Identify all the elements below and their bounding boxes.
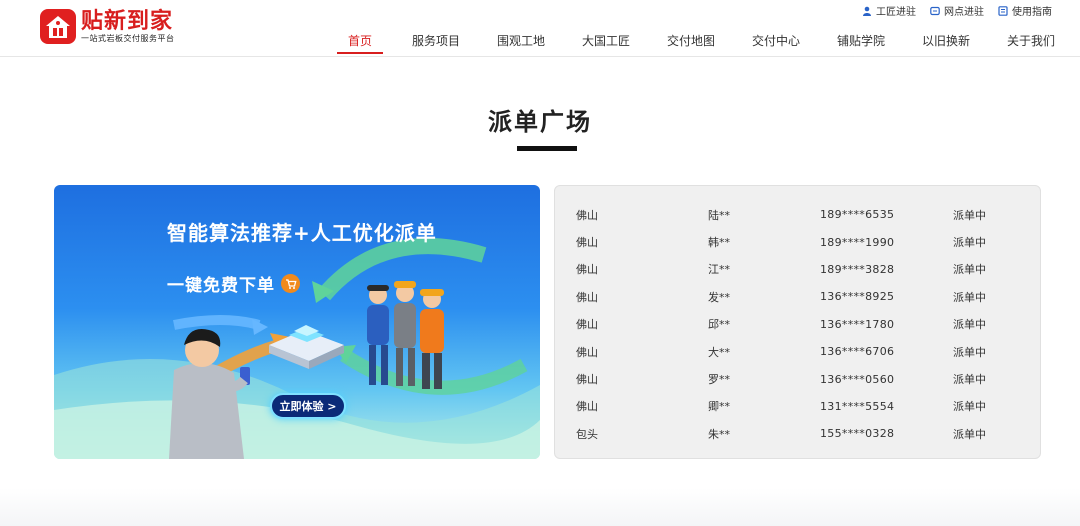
order-status: 派单中 [953,318,986,332]
order-city: 佛山 [576,208,598,222]
banner-subline: 一键免费下单 [167,271,300,296]
banner-subline-text: 一键免费下单 [167,276,275,296]
top-links: 工匠进驻 网点进驻 使用指南 [862,3,1052,18]
order-name: 朱** [708,427,730,441]
order-status: 派单中 [953,427,986,441]
order-list: 佛山 陆** 189****6535 派单中 佛山 韩** 189****1990 派单中 佛山… [555,201,1040,448]
order-row: 佛山 卿** 131****5554 派单中 [555,393,1040,420]
order-name: 大** [708,345,730,359]
nav-item-services[interactable]: 服务项目 [412,32,460,54]
order-city: 佛山 [576,373,598,387]
order-phone: 131****5554 [820,399,895,413]
order-name: 江** [708,263,730,277]
order-list-panel: 佛山 陆** 189****6535 派单中 佛山 韩** 189****1990 派单中 佛山… [554,185,1041,459]
top-link-label: 使用指南 [1012,7,1052,18]
order-row: 佛山 罗** 136****0560 派单中 [555,365,1040,392]
order-city: 佛山 [576,318,598,332]
nav-item-tradein[interactable]: 以旧换新 [922,32,970,54]
store-icon [930,6,940,15]
page-title: 派单广场 [488,108,592,136]
try-now-button[interactable]: 立即体验 > [270,393,346,419]
title-underline [517,146,577,151]
site-header: 贴新到家 一站式岩板交付服务平台 工匠进驻 网点进驻 使用指南 首页 服务项目 … [0,0,1080,57]
order-row: 佛山 韩** 189****1990 派单中 [555,228,1040,255]
nav-item-map[interactable]: 交付地图 [667,32,715,54]
order-row: 佛山 陆** 189****6535 派单中 [555,201,1040,228]
order-status: 派单中 [953,373,986,387]
nav-item-academy[interactable]: 铺贴学院 [837,32,885,54]
order-name: 韩** [708,236,730,250]
order-status: 派单中 [953,263,986,277]
chip-platform-icon [269,325,344,369]
order-name: 陆** [708,208,730,222]
order-name: 发** [708,290,730,304]
order-name: 卿** [708,400,730,414]
top-link-store[interactable]: 网点进驻 [930,3,984,18]
order-status: 派单中 [953,208,986,222]
order-name: 罗** [708,373,730,387]
brand-tagline: 一站式岩板交付服务平台 [81,33,175,43]
order-phone: 136****1780 [820,317,895,331]
main-nav: 首页 服务项目 围观工地 大国工匠 交付地图 交付中心 铺贴学院 以旧换新 关于… [337,32,1055,54]
banner-headline: 智能算法推荐+人工优化派单 [167,221,437,245]
order-phone: 155****0328 [820,427,895,441]
order-row: 佛山 江** 189****3828 派单中 [555,256,1040,283]
order-city: 佛山 [576,290,598,304]
top-link-guide[interactable]: 使用指南 [998,3,1052,18]
nav-item-home[interactable]: 首页 [337,32,383,54]
order-status: 派单中 [953,236,986,250]
order-phone: 136****0560 [820,372,895,386]
footer-fade [0,488,1080,526]
order-row: 包头 朱** 155****0328 派单中 [555,420,1040,447]
order-status: 派单中 [953,290,986,304]
order-phone: 189****6535 [820,208,895,222]
order-name: 邱** [708,318,730,332]
order-phone: 189****1990 [820,235,895,249]
nav-item-sites[interactable]: 围观工地 [497,32,545,54]
top-link-craftsman[interactable]: 工匠进驻 [862,3,916,18]
brand-name: 贴新到家 [81,8,174,34]
top-link-label: 工匠进驻 [876,7,916,18]
top-link-label: 网点进驻 [944,7,984,18]
order-row: 佛山 发** 136****8925 派单中 [555,283,1040,310]
cart-icon [281,274,300,293]
order-city: 包头 [576,427,598,441]
order-city: 佛山 [576,400,598,414]
brand-logo[interactable]: 贴新到家 一站式岩板交付服务平台 [40,9,175,44]
order-city: 佛山 [576,263,598,277]
order-status: 派单中 [953,345,986,359]
nav-item-about[interactable]: 关于我们 [1007,32,1055,54]
nav-item-craftsmen[interactable]: 大国工匠 [582,32,630,54]
logo-mark-icon [40,9,76,44]
nav-item-center[interactable]: 交付中心 [752,32,800,54]
promo-banner[interactable]: 智能算法推荐+人工优化派单 一键免费下单 立即体验 > [54,185,540,459]
order-city: 佛山 [576,345,598,359]
order-row: 佛山 邱** 136****1780 派单中 [555,311,1040,338]
order-city: 佛山 [576,236,598,250]
guide-icon [998,5,1008,16]
order-phone: 136****6706 [820,345,895,359]
order-row: 佛山 大** 136****6706 派单中 [555,338,1040,365]
person-icon [863,6,871,16]
order-phone: 189****3828 [820,262,895,276]
order-phone: 136****8925 [820,290,895,304]
order-status: 派单中 [953,400,986,414]
